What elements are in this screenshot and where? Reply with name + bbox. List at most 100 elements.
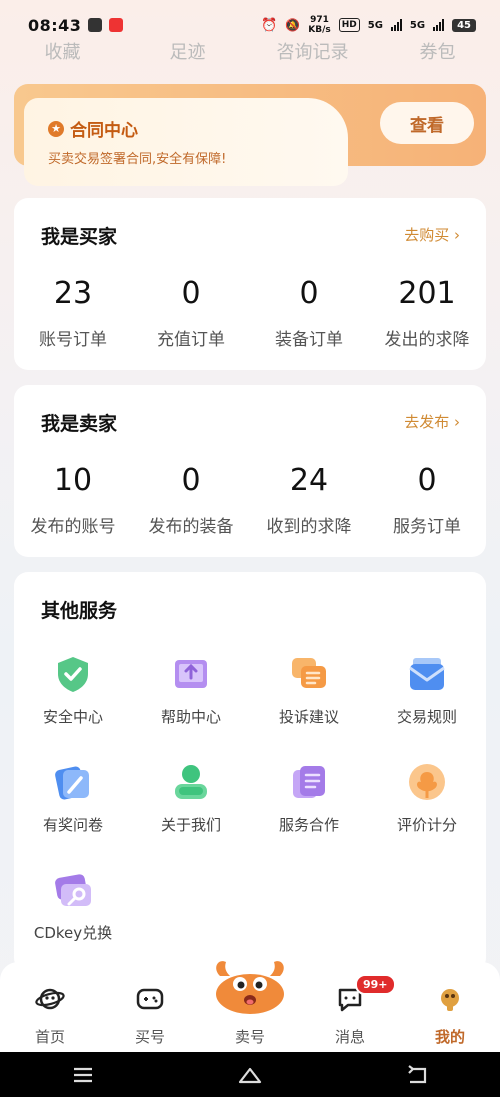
go-buy-link[interactable]: 去购买 › <box>404 224 460 245</box>
seller-card: 我是卖家 去发布 › 10 发布的账号 0 发布的装备 24 收到的求降 0 服务订单 <box>14 385 486 557</box>
flower-icon <box>407 762 447 802</box>
buyer-stats: 23 账号订单 0 充值订单 0 装备订单 201 发出的求降 <box>14 276 486 350</box>
status-bar: 08:43 ⏰ 🔕 971 KB/s HD 5G 5G 45 <box>0 0 500 50</box>
service-label: 评价计分 <box>396 816 457 834</box>
contract-title: ★ 合同中心 <box>48 116 138 141</box>
contract-subtitle: 买卖交易签署合同,安全有保障! <box>48 152 227 167</box>
service-cooperation[interactable]: 服务合作 <box>250 762 368 835</box>
service-label: 关于我们 <box>160 816 221 834</box>
profile-icon <box>435 984 465 1014</box>
book-icon <box>171 654 211 694</box>
chat-bubbles-icon <box>289 654 329 694</box>
go-publish-link[interactable]: 去发布 › <box>404 411 460 432</box>
service-label: CDkey兑换 <box>33 924 113 942</box>
stat-label: 账号订单 <box>39 330 107 350</box>
stat-recharge-orders[interactable]: 0 充值订单 <box>132 276 250 350</box>
ticket-key-icon <box>53 870 93 910</box>
person-icon <box>171 762 211 802</box>
service-label: 投诉建议 <box>278 708 339 726</box>
tab-label: 卖号 <box>234 1028 265 1046</box>
net-label-2: 5G <box>409 19 426 31</box>
service-cdkey-redeem[interactable]: CDkey兑换 <box>14 870 132 943</box>
battery-icon: 45 <box>452 18 476 32</box>
service-about-us[interactable]: 关于我们 <box>132 762 250 835</box>
net-label-1: 5G <box>367 19 383 31</box>
contract-title-text: 合同中心 <box>70 121 138 141</box>
speed-value: 971 <box>310 15 329 25</box>
tab-messages[interactable]: 99+ 消息 <box>300 962 400 1047</box>
envelope-icon <box>407 654 447 694</box>
service-label: 交易规则 <box>396 708 457 726</box>
service-help-center[interactable]: 帮助中心 <box>132 654 250 727</box>
signal-icon-2 <box>433 19 445 31</box>
service-complaints[interactable]: 投诉建议 <box>250 654 368 727</box>
tab-buy-account[interactable]: 买号 <box>100 962 200 1047</box>
stat-value: 23 <box>53 276 93 311</box>
stat-sent-price-requests[interactable]: 201 发出的求降 <box>368 276 486 350</box>
service-survey[interactable]: 有奖问卷 <box>14 762 132 835</box>
stat-value: 0 <box>181 276 201 311</box>
stat-value: 0 <box>181 463 201 498</box>
message-icon: 99+ <box>335 974 396 1014</box>
tab-label: 买号 <box>134 1028 165 1046</box>
stat-value: 0 <box>417 463 437 498</box>
back-icon[interactable] <box>402 1064 432 1085</box>
tab-label: 消息 <box>334 1028 365 1046</box>
status-time: 08:43 <box>28 15 82 35</box>
planet-icon <box>35 984 65 1014</box>
stat-account-orders[interactable]: 23 账号订单 <box>14 276 132 350</box>
stat-label: 装备订单 <box>275 330 343 350</box>
stat-received-price-requests[interactable]: 24 收到的求降 <box>250 463 368 537</box>
stat-label: 发布的装备 <box>148 517 234 537</box>
seller-title: 我是卖家 <box>41 413 118 435</box>
pencil-card-icon <box>53 762 93 802</box>
service-rating[interactable]: 评价计分 <box>368 762 486 835</box>
view-contract-button[interactable]: 查看 <box>380 102 474 144</box>
stat-service-orders[interactable]: 0 服务订单 <box>368 463 486 537</box>
stat-label: 发布的账号 <box>30 517 116 537</box>
stat-value: 201 <box>398 276 456 311</box>
network-speed: 971 KB/s <box>308 15 330 35</box>
alarm-app-icon <box>109 18 124 32</box>
contract-card <box>24 98 348 186</box>
buyer-title: 我是买家 <box>41 226 118 248</box>
service-label: 有奖问卷 <box>42 816 103 834</box>
home-icon[interactable] <box>235 1065 265 1085</box>
stat-published-equipment[interactable]: 0 发布的装备 <box>132 463 250 537</box>
star-icon: ★ <box>48 120 64 137</box>
hd-icon: HD <box>338 18 360 32</box>
mute-icon: 🔕 <box>285 18 301 32</box>
menu-icon[interactable] <box>68 1065 98 1085</box>
app-notification-icon <box>88 18 103 32</box>
seller-stats: 10 发布的账号 0 发布的装备 24 收到的求降 0 服务订单 <box>14 463 486 537</box>
shield-check-icon <box>53 654 93 694</box>
service-trade-rules[interactable]: 交易规则 <box>368 654 486 727</box>
stat-value: 10 <box>53 463 93 498</box>
stat-label: 服务订单 <box>393 517 461 537</box>
stat-published-accounts[interactable]: 10 发布的账号 <box>14 463 132 537</box>
stat-value: 24 <box>289 463 329 498</box>
alarm-clock-icon: ⏰ <box>261 17 278 33</box>
service-label: 服务合作 <box>278 816 339 834</box>
signal-icon <box>390 19 402 31</box>
crab-mascot-icon[interactable] <box>210 954 290 1016</box>
service-label: 帮助中心 <box>160 708 221 726</box>
tab-home[interactable]: 首页 <box>0 962 100 1047</box>
gamepad-icon <box>135 984 165 1014</box>
stat-label: 充值订单 <box>157 330 225 350</box>
tab-label: 首页 <box>34 1028 65 1046</box>
service-label: 安全中心 <box>42 708 103 726</box>
message-badge: 99+ <box>355 974 396 995</box>
system-navigation-bar <box>0 1052 500 1097</box>
speed-unit: KB/s <box>308 25 331 35</box>
stat-label: 收到的求降 <box>266 517 352 537</box>
document-icon <box>289 762 329 802</box>
tab-mine[interactable]: 我的 <box>400 962 500 1047</box>
stat-value: 0 <box>299 276 319 311</box>
buyer-card: 我是买家 去购买 › 23 账号订单 0 充值订单 0 装备订单 201 发出的求降 <box>14 198 486 370</box>
stat-label: 发出的求降 <box>384 330 470 350</box>
services-title: 其他服务 <box>41 600 118 622</box>
services-card: 其他服务 安全中心 帮助中心 投诉建议 交易规则 有奖问卷 关于我们 服务合作 … <box>14 572 486 972</box>
stat-equipment-orders[interactable]: 0 装备订单 <box>250 276 368 350</box>
service-security-center[interactable]: 安全中心 <box>14 654 132 727</box>
